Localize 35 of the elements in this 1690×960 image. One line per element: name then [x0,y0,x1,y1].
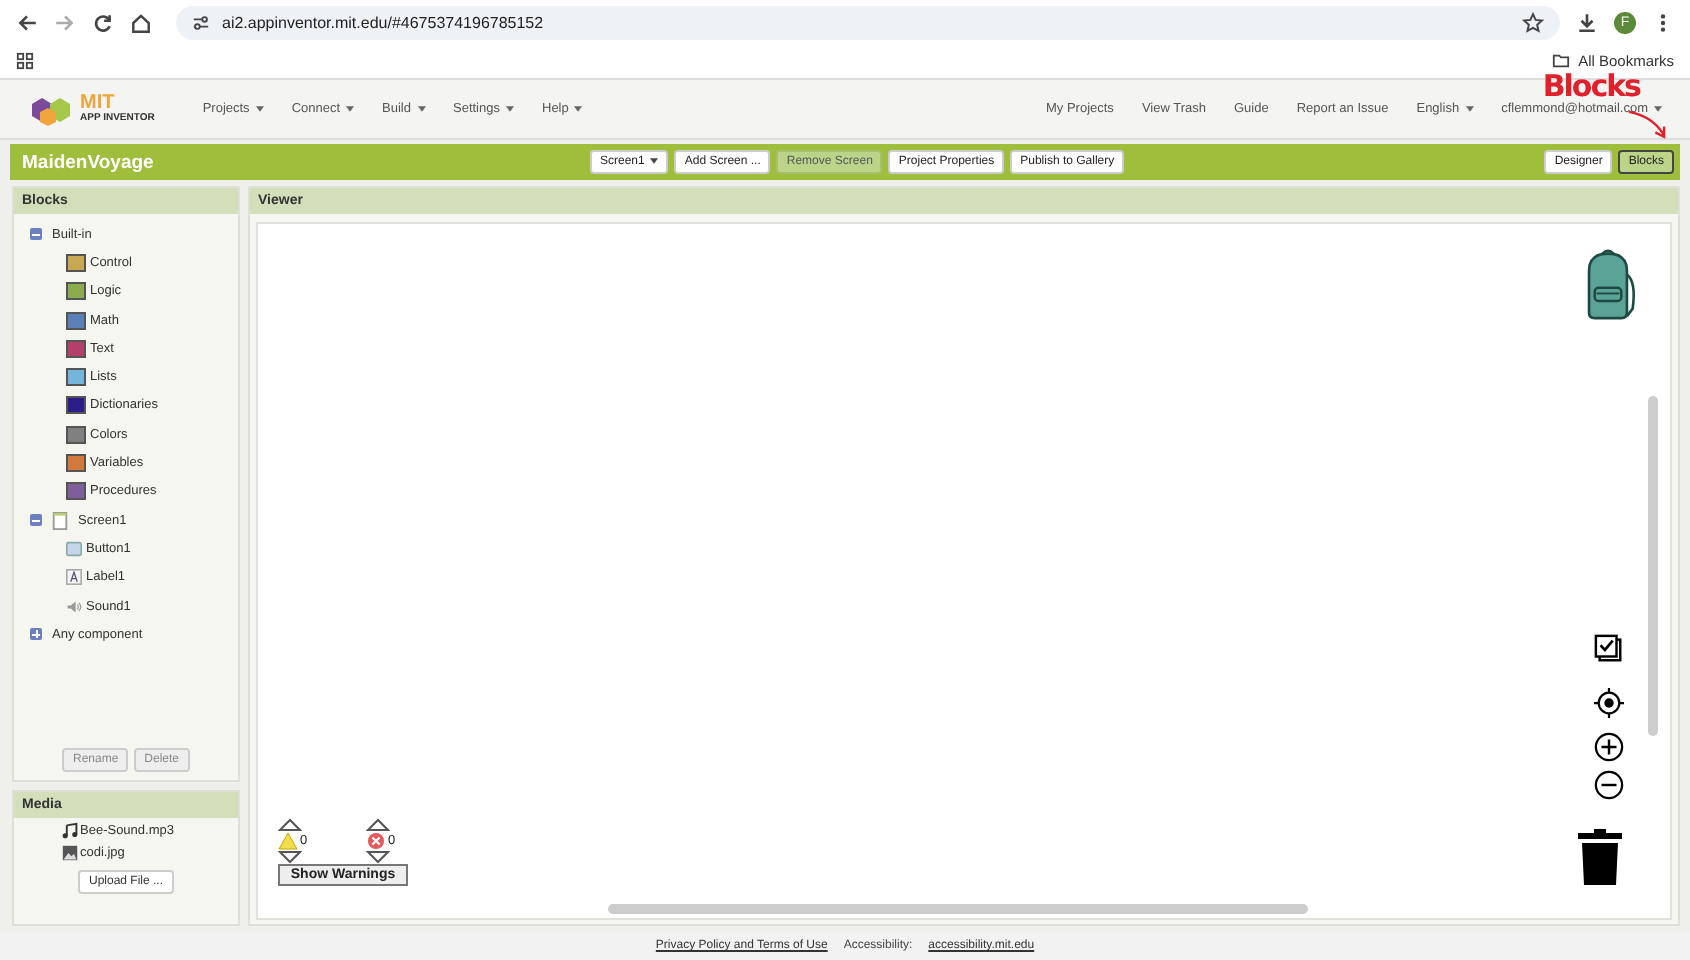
speaker-icon [66,597,82,615]
address-bar[interactable]: ai2.appinventor.mit.edu/#4675374196785152 [176,5,1560,39]
apps-grid-icon[interactable] [16,52,34,70]
zoom-in-icon[interactable] [1594,732,1624,762]
download-icon[interactable] [1576,11,1598,33]
handwritten-annotation: Blocks [1542,68,1640,104]
reload-icon[interactable] [92,11,114,33]
site-settings-icon[interactable] [192,13,210,31]
screen-icon [52,511,68,530]
target-icon[interactable] [1594,688,1624,718]
zoom-out-icon[interactable] [1594,770,1624,800]
project-name: MaidenVoyage [22,151,154,173]
image-file-icon [62,844,78,862]
horizontal-scrollbar[interactable] [608,904,1308,914]
trash-icon[interactable] [1578,828,1622,886]
up-arrow-icon[interactable] [366,818,390,832]
back-icon[interactable] [16,11,38,33]
down-arrow-icon[interactable] [366,850,390,864]
warning-icon [278,832,298,850]
tree-toggle-icon[interactable] [30,514,42,527]
label-component-icon [66,568,82,587]
up-arrow-icon[interactable] [278,818,302,832]
folder-icon [1552,52,1571,70]
home-icon[interactable] [130,11,152,33]
tree-toggle-icon[interactable] [30,228,42,241]
down-arrow-icon[interactable] [278,850,302,864]
error-icon [366,832,386,850]
button-component-icon [66,539,82,558]
checkbox-stack-icon[interactable] [1594,634,1624,664]
logo-icon [28,93,76,125]
logo-title: MIT [80,94,115,114]
bookmark-star-icon[interactable] [1522,11,1544,33]
music-note-icon [62,822,78,840]
vertical-scrollbar[interactable] [1648,396,1658,736]
tree-toggle-icon[interactable] [30,628,42,641]
